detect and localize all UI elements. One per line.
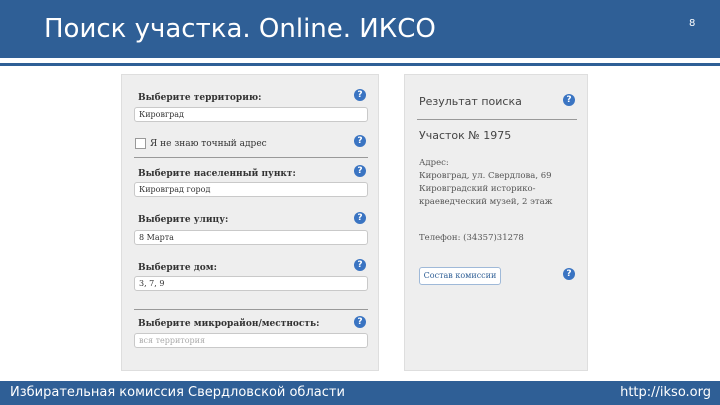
district-help-icon[interactable]: ? [354,316,366,328]
phone-text: Телефон: (34357)31278 [419,233,524,243]
house-help-icon[interactable]: ? [354,259,366,271]
unknown-address-help-icon[interactable]: ? [354,135,366,147]
territory-select[interactable]: Кировград [134,107,368,122]
house-select[interactable]: 3, 7, 9 [134,276,368,291]
locality-label: Выберите населенный пункт: [138,169,296,179]
unknown-address-label: Я не знаю точный адрес [150,139,267,149]
form-divider [134,157,368,158]
slide-title: Поиск участка. Online. ИКСО [44,14,436,44]
form-divider [134,309,368,310]
street-label: Выберите улицу: [138,215,229,225]
territory-help-icon[interactable]: ? [354,89,366,101]
territory-label: Выберите территорию: [138,93,262,103]
commission-help-icon[interactable]: ? [563,268,575,280]
unknown-address-checkbox[interactable] [135,138,146,149]
slide-footer: Избирательная комиссия Свердловской обла… [0,381,720,405]
footer-organization: Избирательная комиссия Свердловской обла… [10,385,345,400]
footer-url[interactable]: http://ikso.org [620,385,711,400]
street-help-icon[interactable]: ? [354,212,366,224]
result-help-icon[interactable]: ? [563,94,575,106]
search-form-panel: Выберите территорию: ? Кировград Я не зн… [121,74,379,371]
header-divider [0,63,720,66]
address-line: Кировградский историко- [419,184,536,194]
house-label: Выберите дом: [138,263,217,273]
address-label: Адрес: [419,158,449,168]
locality-select[interactable]: Кировград город [134,182,368,197]
search-result-panel: Результат поиска ? Участок № 1975 Адрес:… [404,74,588,371]
commission-button[interactable]: Состав комиссии [419,267,501,285]
district-number: Участок № 1975 [419,129,512,142]
street-select[interactable]: 8 Марта [134,230,368,245]
locality-help-icon[interactable]: ? [354,165,366,177]
address-line: Кировград, ул. Свердлова, 69 [419,171,552,181]
slide-number: 8 [689,18,696,29]
district-select[interactable]: вся территория [134,333,368,348]
district-label: Выберите микрорайон/местность: [138,319,320,329]
result-title: Результат поиска [419,95,522,108]
slide-header: Поиск участка. Online. ИКСО 8 [0,0,720,58]
address-line: краеведческий музей, 2 этаж [419,197,553,207]
result-divider [417,119,577,120]
